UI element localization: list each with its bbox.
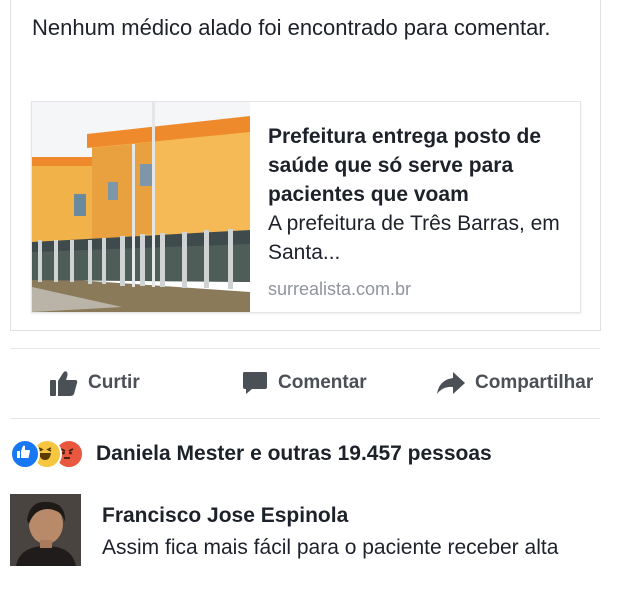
link-title[interactable]: Prefeitura entrega posto de saúde que só… xyxy=(268,122,568,209)
like-button[interactable]: Curtir xyxy=(50,355,140,411)
reaction-icons[interactable] xyxy=(10,439,84,469)
comment-text: Assim fica mais fácil para o paciente re… xyxy=(102,536,559,559)
thumbs-up-icon xyxy=(50,371,78,396)
speech-bubble-icon xyxy=(243,372,267,394)
link-preview-card[interactable]: Prefeitura entrega posto de saúde que só… xyxy=(31,101,581,313)
link-thumbnail[interactable] xyxy=(32,102,250,312)
like-icon xyxy=(10,439,40,469)
building-on-stilts-photo xyxy=(32,102,250,312)
comment-button[interactable]: Comentar xyxy=(242,355,367,411)
divider xyxy=(10,418,600,419)
facebook-post: Nenhum médico alado foi encontrado para … xyxy=(0,0,620,605)
comment-author[interactable]: Francisco Jose Espinola xyxy=(102,504,348,528)
link-text-block[interactable]: Prefeitura entrega posto de saúde que só… xyxy=(268,122,568,300)
avatar[interactable] xyxy=(10,494,81,566)
share-button[interactable]: Compartilhar xyxy=(437,355,593,411)
divider xyxy=(10,348,600,349)
like-label: Curtir xyxy=(88,372,140,393)
link-domain: surrealista.com.br xyxy=(268,279,412,299)
post-action-bar: Curtir Comentar Compartilhar xyxy=(0,355,620,411)
comment-label: Comentar xyxy=(278,372,367,393)
post-text: Nenhum médico alado foi encontrado para … xyxy=(32,15,551,40)
share-label: Compartilhar xyxy=(475,372,594,393)
link-description: A prefeitura de Três Barras, em Santa... xyxy=(268,212,560,264)
reactions-summary-text[interactable]: Daniela Mester e outras 19.457 pessoas xyxy=(96,442,492,466)
share-arrow-icon xyxy=(437,372,465,394)
reactions-summary[interactable]: Daniela Mester e outras 19.457 pessoas xyxy=(10,434,492,474)
